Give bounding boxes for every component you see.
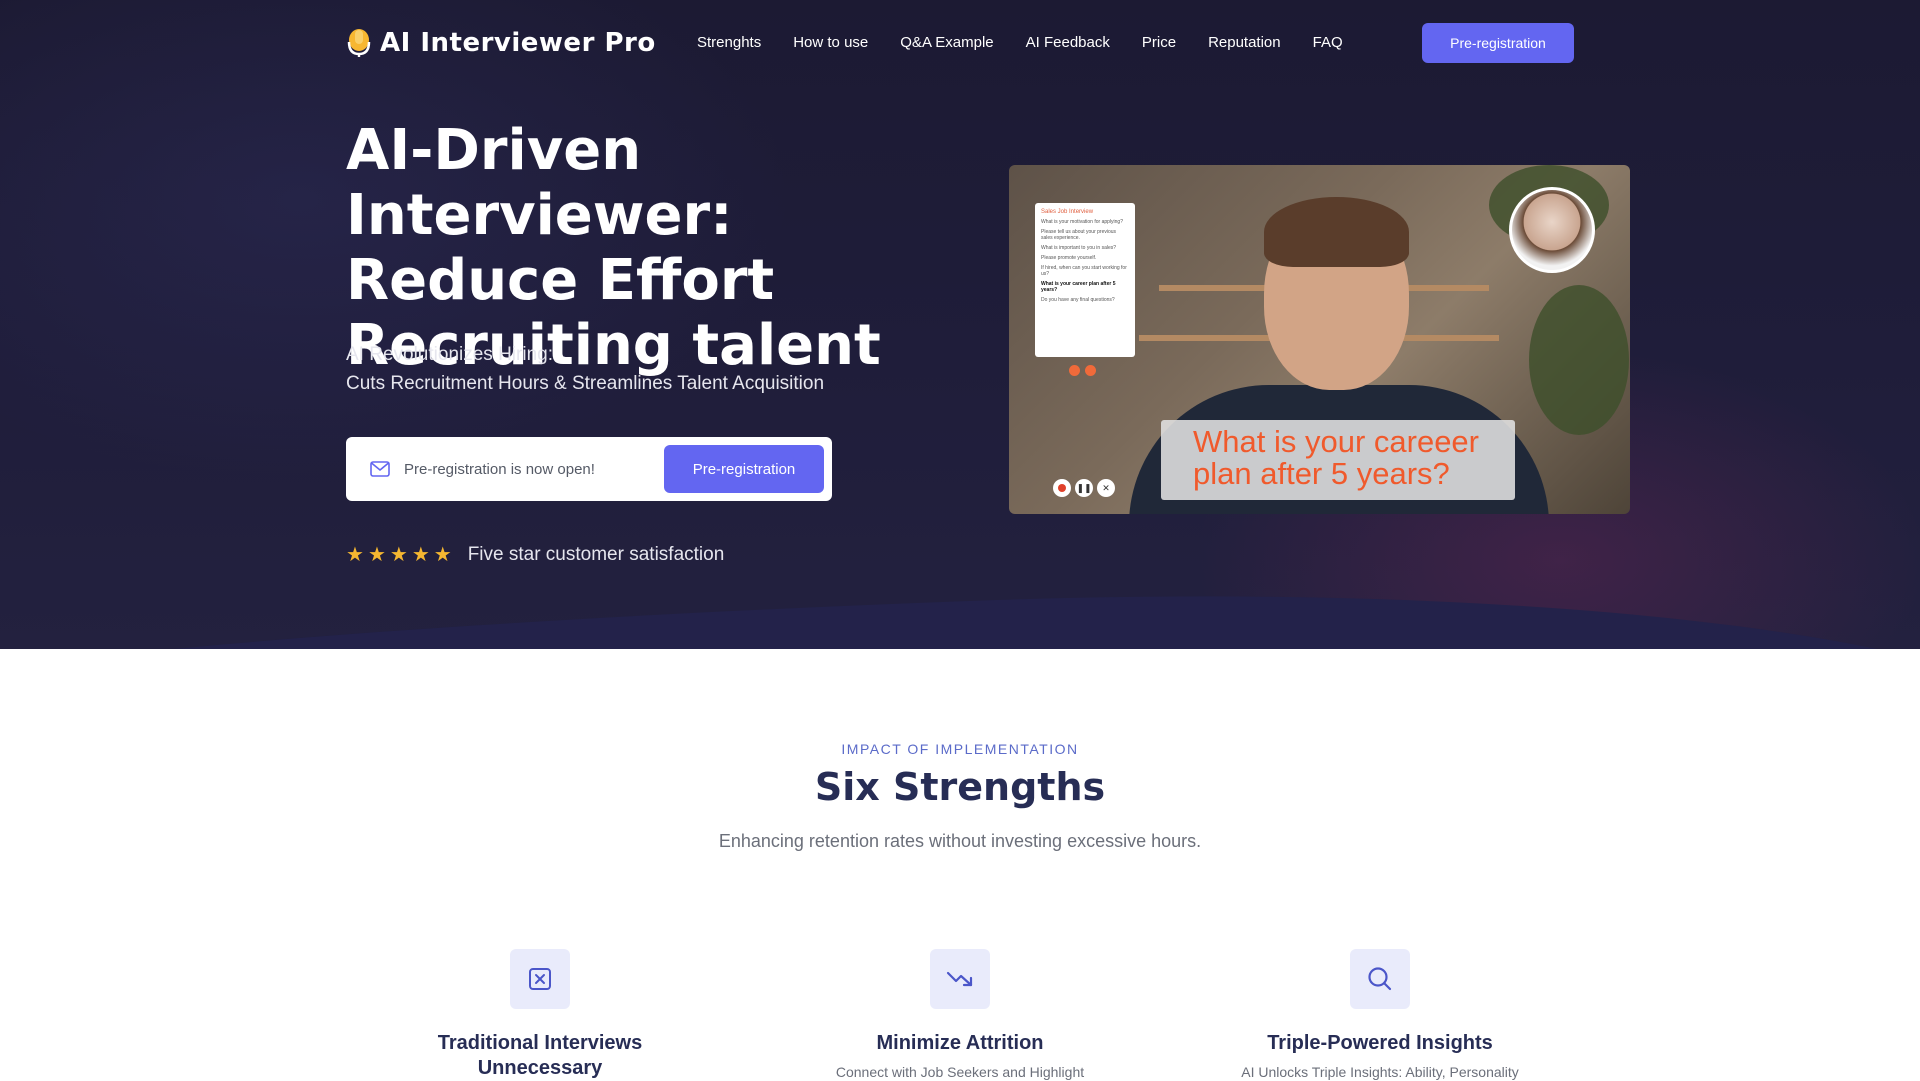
- card-title-line: Traditional Interviews: [437, 1032, 643, 1054]
- hero-subtitle-line: AI Revolutionizes Hiring:: [346, 344, 553, 365]
- star-icon: ★: [433, 544, 452, 566]
- nav-item-reputation[interactable]: Reputation: [1208, 34, 1281, 51]
- strength-card-title: Minimize Attrition: [760, 1031, 1160, 1056]
- rating-text: Five star customer satisfaction: [467, 544, 725, 565]
- hero-bottom-curve: [0, 561, 1920, 649]
- microphone-logo-icon: [347, 29, 371, 57]
- star-icon: ★: [411, 544, 430, 566]
- strength-card: Traditional Interviews Unnecessary: [340, 949, 740, 1081]
- pause-icon[interactable]: ❚❚: [1075, 479, 1093, 497]
- nav-item-price[interactable]: Price: [1142, 34, 1176, 51]
- star-icon: ★: [367, 544, 386, 566]
- trending-down-icon: [930, 949, 990, 1009]
- card-title-line: Unnecessary: [477, 1057, 603, 1079]
- card-title-line: Triple-Powered Insights: [1267, 1032, 1493, 1054]
- nav-pre-registration-button[interactable]: Pre-registration: [1422, 23, 1574, 63]
- email-input[interactable]: Pre-registration is now open!: [404, 461, 664, 478]
- hero-title-line: Reduce Effort: [346, 248, 775, 313]
- question-panel-title: Sales Job Interview: [1041, 209, 1094, 215]
- strength-card-description: AI Unlocks Triple Insights: Ability, Per…: [1241, 1064, 1519, 1080]
- strength-card-title: Traditional Interviews Unnecessary: [340, 1031, 740, 1081]
- question-item: If hired, when can you start working for…: [1041, 265, 1127, 277]
- mail-icon: [370, 461, 390, 477]
- nav-item-faq[interactable]: FAQ: [1313, 34, 1343, 51]
- section-title: Six Strengths: [814, 765, 1106, 809]
- signup-pre-registration-button[interactable]: Pre-registration: [664, 445, 824, 493]
- caption-line: plan after 5 years?: [1193, 456, 1450, 491]
- question-item: Do you have any final questions?: [1041, 297, 1115, 303]
- card-title-line: Minimize Attrition: [876, 1032, 1044, 1054]
- section-eyebrow: IMPACT OF IMPLEMENTATION: [841, 741, 1079, 757]
- question-list-panel: Sales Job Interview What is your motivat…: [1035, 203, 1135, 357]
- question-caption: What is your careeer plan after 5 years?: [1161, 420, 1515, 500]
- star-icon: ★: [346, 544, 364, 566]
- question-item: What is important to you in sales?: [1041, 245, 1117, 251]
- signup-form: Pre-registration is now open! Pre-regist…: [346, 437, 832, 501]
- question-item: Please tell us about your previous sales…: [1041, 229, 1117, 241]
- interviewer-avatar: [1509, 187, 1595, 273]
- strength-card-title: Triple-Powered Insights: [1180, 1031, 1580, 1056]
- strengths-section: IMPACT OF IMPLEMENTATION Six Strengths E…: [0, 649, 1920, 1080]
- question-item: Please promote yourself.: [1041, 255, 1097, 261]
- hero-title: AI-Driven Interviewer: Reduce Effort Rec…: [346, 118, 966, 378]
- brand-name: AI Interviewer Pro: [380, 28, 656, 58]
- strength-card: Minimize Attrition Connect with Job Seek…: [760, 949, 1160, 1080]
- hero-subtitle-line: Cuts Recruitment Hours & Streamlines Tal…: [346, 373, 825, 394]
- nav-item-ai-feedback[interactable]: AI Feedback: [1026, 34, 1110, 51]
- nav-item-how-to-use[interactable]: How to use: [793, 34, 868, 51]
- brand-logo[interactable]: AI Interviewer Pro: [346, 28, 656, 58]
- nav-item-strengths[interactable]: Strenghts: [697, 34, 761, 51]
- caption-line: What is your careeer: [1193, 424, 1479, 459]
- hero-title-line: AI-Driven Interviewer:: [346, 118, 733, 248]
- hero-subtitle: AI Revolutionizes Hiring: Cuts Recruitme…: [346, 340, 824, 398]
- rating: ★ ★ ★ ★ ★ Five star customer satisfactio…: [346, 543, 724, 567]
- hero-section: AI Interviewer Pro Strenghts How to use …: [0, 0, 1920, 649]
- indicator-dot: [1069, 365, 1080, 376]
- x-square-icon: [510, 949, 570, 1009]
- section-subtitle: Enhancing retention rates without invest…: [718, 831, 1202, 851]
- indicator-dot: [1085, 365, 1096, 376]
- main-nav: Strenghts How to use Q&A Example AI Feed…: [697, 34, 1375, 51]
- question-item: What is your motivation for applying?: [1041, 219, 1123, 225]
- strength-card: Triple-Powered Insights AI Unlocks Tripl…: [1180, 949, 1580, 1080]
- close-icon[interactable]: ✕: [1097, 479, 1115, 497]
- interviewee-hair: [1264, 197, 1409, 267]
- star-icon: ★: [389, 544, 408, 566]
- search-icon: [1350, 949, 1410, 1009]
- background-plant: [1529, 285, 1629, 435]
- question-item-active: What is your career plan after 5 years?: [1041, 281, 1116, 293]
- video-controls: ❚❚ ✕: [1053, 479, 1115, 497]
- strength-card-description: Connect with Job Seekers and Highlight: [835, 1064, 1085, 1080]
- record-icon[interactable]: [1053, 479, 1071, 497]
- interview-video-preview[interactable]: Sales Job Interview What is your motivat…: [1009, 165, 1630, 514]
- nav-item-qa-example[interactable]: Q&A Example: [900, 34, 993, 51]
